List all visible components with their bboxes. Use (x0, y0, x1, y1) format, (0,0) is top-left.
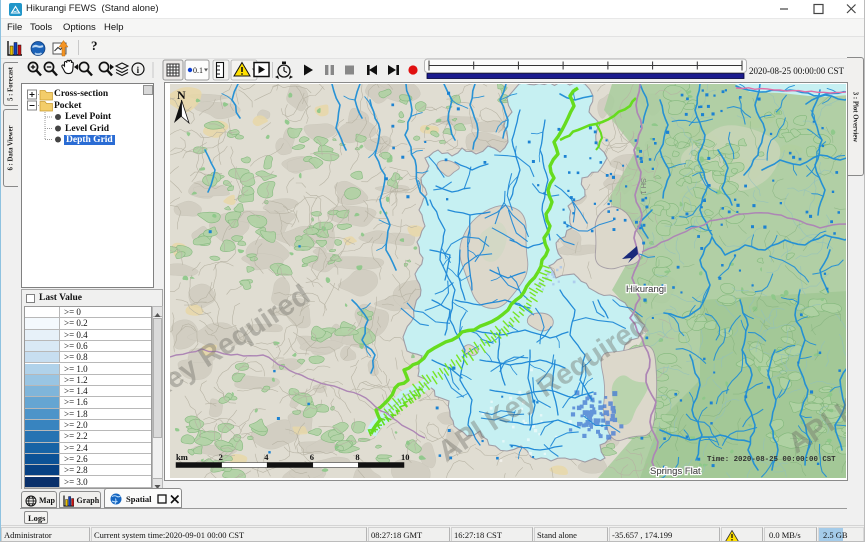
svg-text:2: 2 (219, 452, 223, 462)
svg-text:10: 10 (401, 452, 410, 462)
svg-text:N: N (177, 88, 186, 102)
svg-text:Hikurangi: Hikurangi (626, 284, 666, 295)
svg-text:SH 1: SH 1 (639, 178, 648, 195)
svg-text:km: km (176, 452, 188, 462)
svg-text:Springs Flat: Springs Flat (650, 466, 701, 477)
svg-text:8: 8 (355, 452, 359, 462)
svg-text:4: 4 (264, 452, 269, 462)
svg-text:6: 6 (310, 452, 314, 462)
svg-text:Time: 2020-08-25 00:00:00 CST: Time: 2020-08-25 00:00:00 CST (707, 456, 836, 464)
svg-text:0.1: 0.1 (193, 66, 203, 75)
svg-text:i: i (137, 65, 140, 75)
